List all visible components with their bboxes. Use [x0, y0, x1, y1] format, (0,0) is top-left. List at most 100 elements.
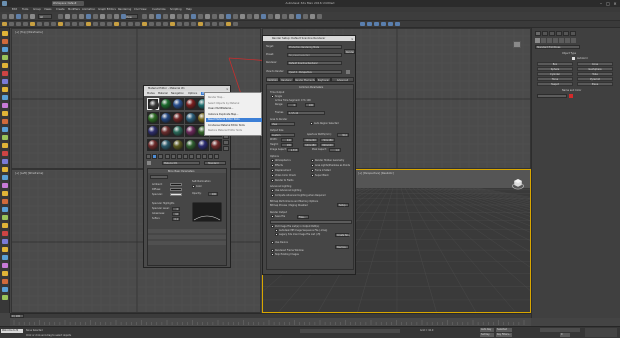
diffuse-swatch[interactable]: [170, 188, 182, 191]
aperture-field[interactable]: 36.0: [337, 133, 349, 137]
render-setup-tab[interactable]: Common: [266, 77, 279, 82]
material-slot[interactable]: [197, 138, 209, 151]
target-dropdown[interactable]: Production Rendering Mode: [287, 45, 342, 49]
material-slot[interactable]: [147, 111, 159, 124]
devices-button[interactable]: Devices...: [335, 245, 349, 249]
utilities-menu-item[interactable]: Condense Material Editor Slots: [208, 124, 245, 127]
render-setup-tab[interactable]: Render Elements: [294, 77, 316, 82]
utilities-menu-item[interactable]: Instance Duplicate Map...: [208, 113, 238, 116]
render-option-checkbox[interactable]: [311, 164, 314, 167]
material-slot[interactable]: [172, 125, 184, 137]
render-option-checkbox[interactable]: [311, 159, 314, 162]
render-output-checkbox[interactable]: [271, 253, 274, 256]
render-setup-tab[interactable]: Advanced Lighting: [331, 77, 354, 87]
material-editor-menu-item[interactable]: Material: [158, 92, 168, 95]
utilities-menu-item[interactable]: Clean MultiMaterial...: [208, 107, 233, 110]
material-tool-icon[interactable]: [158, 154, 164, 159]
render-output-checkbox[interactable]: [271, 241, 274, 244]
extended-params-rollout[interactable]: [148, 229, 226, 233]
material-tool-icon[interactable]: [201, 154, 207, 159]
render-button[interactable]: Render: [344, 49, 355, 54]
range-from-field[interactable]: 0: [287, 103, 297, 107]
advanced-lighting-checkbox[interactable]: [271, 189, 274, 192]
blinn-rollout-header[interactable]: Blinn Basic Parameters: [148, 169, 226, 173]
material-tool-icon[interactable]: [195, 154, 201, 159]
material-tool-icon[interactable]: [208, 154, 213, 159]
material-slot[interactable]: [184, 125, 197, 137]
render-setup-close-icon[interactable]: ×: [351, 37, 355, 41]
material-tool-icon[interactable]: [164, 154, 170, 159]
material-editor-menu-item[interactable]: Options: [188, 92, 197, 95]
common-parameters-header[interactable]: Common Parameters: [267, 85, 353, 89]
material-tool-icon[interactable]: [214, 154, 220, 159]
material-tool-icon[interactable]: [146, 154, 151, 159]
material-slot[interactable]: [209, 138, 222, 151]
material-slot[interactable]: [172, 111, 184, 124]
material-tool-icon[interactable]: [183, 154, 189, 159]
material-slot[interactable]: [147, 125, 159, 137]
render-option-checkbox[interactable]: [311, 174, 314, 177]
render-option-checkbox[interactable]: [271, 179, 274, 182]
render-output-checkbox[interactable]: [275, 229, 278, 232]
range-to-field[interactable]: 100: [305, 103, 315, 107]
advanced-lighting-checkbox[interactable]: [271, 194, 274, 197]
files-button[interactable]: Files...: [297, 215, 309, 219]
material-tool-icon[interactable]: [152, 154, 158, 159]
renderer-dropdown[interactable]: Default Scanline Renderer: [287, 61, 342, 65]
material-slot[interactable]: [147, 138, 159, 151]
render-option-checkbox[interactable]: [271, 164, 274, 167]
material-slot[interactable]: [147, 98, 159, 110]
ambient-swatch[interactable]: [170, 183, 182, 186]
material-picker-icon[interactable]: [147, 161, 151, 165]
material-name-field[interactable]: Material #1: [162, 161, 200, 165]
render-output-checkbox[interactable]: [275, 233, 278, 236]
supersampling-rollout[interactable]: [148, 235, 226, 239]
material-slot[interactable]: [184, 98, 197, 110]
view-to-render-dropdown[interactable]: Quad 4 - Perspective: [287, 70, 342, 74]
height-field[interactable]: 480: [281, 143, 293, 147]
render-option-checkbox[interactable]: [271, 169, 274, 172]
render-output-checkbox[interactable]: [271, 249, 274, 252]
material-slot[interactable]: [184, 138, 197, 151]
create-now-button[interactable]: Create Now: [335, 233, 350, 237]
specular-level-field[interactable]: 0: [172, 207, 180, 211]
render-option-checkbox[interactable]: [311, 169, 314, 172]
material-slot[interactable]: [159, 111, 172, 124]
maps-rollout[interactable]: [148, 241, 226, 245]
material-tool-icon[interactable]: [177, 154, 182, 159]
self-illum-color-checkbox[interactable]: [192, 185, 195, 188]
resolution-preset-button[interactable]: 720x486: [320, 138, 335, 142]
render-output-checkbox[interactable]: [271, 225, 274, 228]
bitmap-setup-button[interactable]: Setup...: [337, 203, 349, 207]
material-tool-icon[interactable]: [170, 154, 176, 159]
lock-view-icon[interactable]: [346, 70, 350, 74]
material-slot[interactable]: [159, 98, 172, 110]
sample-option-icon[interactable]: [223, 146, 229, 151]
render-setup-tab[interactable]: Raytracer: [316, 77, 331, 82]
pixel-aspect-field[interactable]: 1.0: [329, 148, 341, 152]
render-option-checkbox[interactable]: [271, 174, 274, 177]
resolution-preset-button[interactable]: 320x240: [303, 138, 318, 142]
render-setup-tab[interactable]: Renderer: [279, 77, 294, 82]
material-editor-close-icon[interactable]: ×: [226, 87, 230, 91]
output-path-field[interactable]: [270, 220, 352, 224]
shader-dropdown[interactable]: [150, 175, 168, 179]
material-editor-menu-item[interactable]: Modes: [147, 92, 155, 95]
width-field[interactable]: 640: [281, 138, 293, 142]
opacity-field[interactable]: 100: [208, 192, 218, 196]
output-size-dropdown[interactable]: Custom: [270, 133, 295, 137]
utilities-menu-item[interactable]: Reset Material Editor Slots: [208, 118, 240, 121]
sample-option-icon[interactable]: [223, 140, 229, 145]
auto-region-checkbox[interactable]: [310, 122, 313, 125]
material-slot[interactable]: [172, 98, 184, 110]
frames-field[interactable]: 1,3,5-12: [287, 111, 325, 115]
material-slot[interactable]: [159, 125, 172, 137]
resolution-preset-button[interactable]: 800x600: [320, 143, 335, 147]
resolution-preset-button[interactable]: 640x480: [303, 143, 318, 147]
image-aspect-field[interactable]: 1.333: [287, 148, 299, 152]
material-editor-menu-item[interactable]: Navigation: [171, 92, 184, 95]
material-slot[interactable]: [172, 138, 184, 151]
material-type-button[interactable]: Standard: [204, 161, 226, 165]
area-to-render-dropdown[interactable]: View: [270, 122, 295, 126]
material-slot[interactable]: [184, 111, 197, 124]
